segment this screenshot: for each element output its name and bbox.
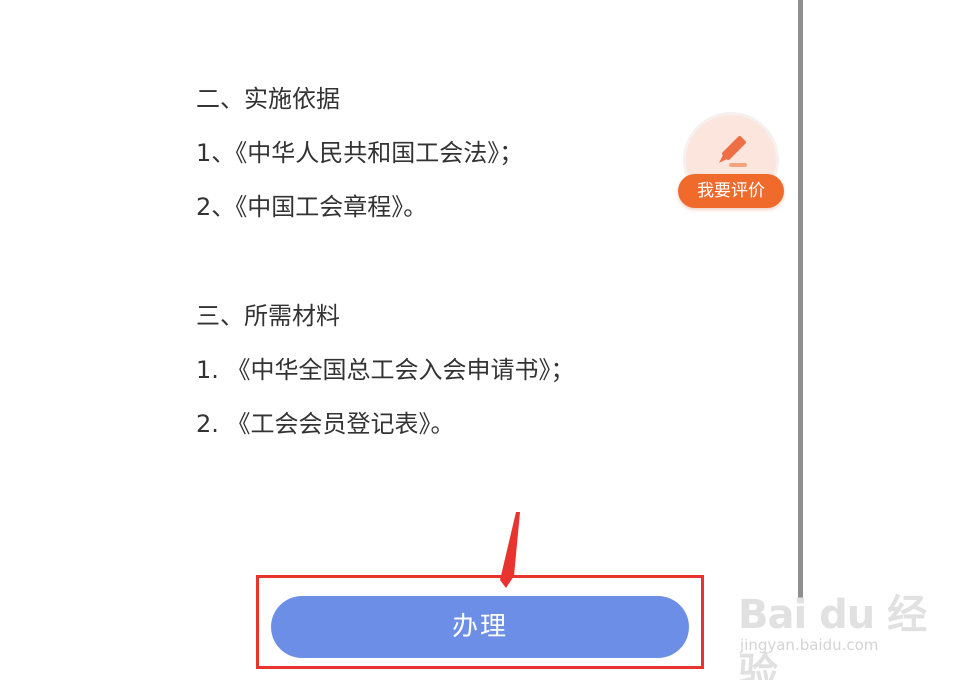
watermark-url: jingyan.baidu.com: [740, 636, 879, 654]
watermark-logo: Bai du 经验 jingyan.baidu.com: [738, 576, 948, 680]
screenshot-stage: 二、实施依据 1、《中华人民共和国工会法》； 2、《中国工会章程》。 三、所需材…: [0, 0, 960, 680]
watermark-brand: Bai du 经验: [738, 592, 927, 680]
